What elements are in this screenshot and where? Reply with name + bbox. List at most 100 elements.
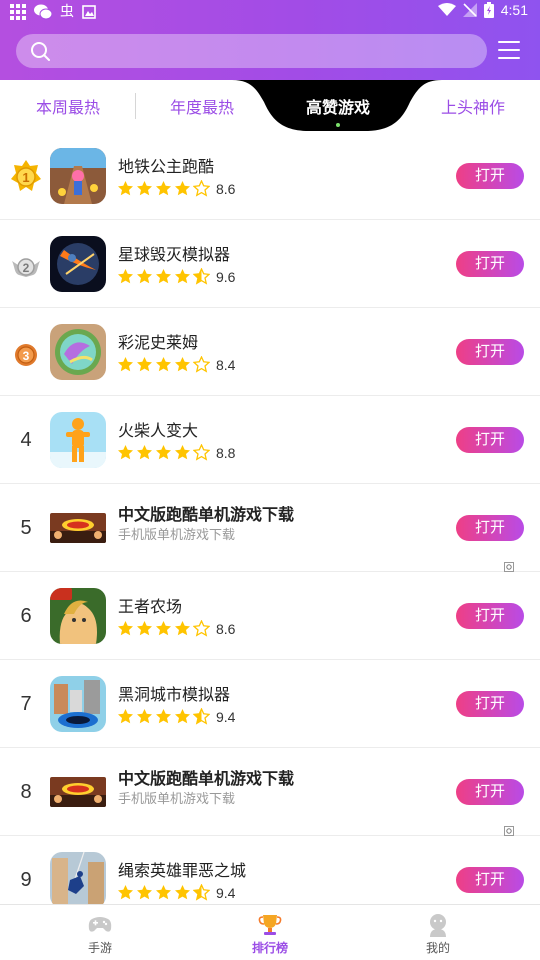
image-icon <box>82 5 96 19</box>
app-name: 地铁公主跑酷 <box>118 157 215 176</box>
search-icon[interactable] <box>30 41 50 61</box>
subway-runner-icon <box>50 148 106 204</box>
menu-icon[interactable] <box>498 41 520 61</box>
open-button[interactable]: 打开 <box>456 691 524 717</box>
list-item[interactable]: 1 地铁公主跑酷 8.6 打开 <box>0 132 540 220</box>
star-full-icon <box>175 621 190 636</box>
search-input[interactable] <box>60 38 470 64</box>
rank-number: 3 <box>23 349 30 363</box>
gamepad-icon <box>88 917 112 932</box>
list-item[interactable]: 4 火柴人变大 8.8 打开 <box>0 396 540 484</box>
list-item[interactable]: 9 绳索英雄罪恶之城 9.4 打开 <box>0 836 540 904</box>
app-name: 王者农场 <box>118 597 183 616</box>
tab-yearly-hot[interactable]: 年度最热 <box>170 94 234 118</box>
open-button[interactable]: 打开 <box>456 867 524 893</box>
app-name: 星球毁灭模拟器 <box>118 245 231 264</box>
star-full-icon <box>175 181 190 196</box>
star-full-icon <box>137 885 152 900</box>
app-name: 绳索英雄罪恶之城 <box>118 861 247 880</box>
ad-marker-icon[interactable] <box>504 562 514 572</box>
nav-mobile-games[interactable]: 手游 <box>55 905 145 960</box>
open-button[interactable]: 打开 <box>456 427 524 453</box>
star-half-icon <box>193 884 210 901</box>
slime-icon <box>50 324 106 380</box>
star-full-icon <box>175 885 190 900</box>
rank-number: 1 <box>22 170 29 185</box>
star-full-icon <box>156 181 171 196</box>
rank-number: 7 <box>20 693 32 715</box>
rank-badge-gold: 1 <box>10 159 42 193</box>
star-full-icon <box>156 357 171 372</box>
open-button[interactable]: 打开 <box>456 251 524 277</box>
rating-stars: 8.6 <box>117 620 235 637</box>
star-full-icon <box>137 621 152 636</box>
app-score: 9.4 <box>216 884 236 901</box>
ranking-tabs: 本周最热 年度最热 高赞游戏 上头神作 <box>0 80 540 132</box>
ranking-list: 1 地铁公主跑酷 8.6 打开 2 星球毁灭模拟器 9.6 打开 3 彩泥史莱姆… <box>0 132 540 904</box>
app-subtitle: 手机版单机游戏下载 <box>118 528 236 543</box>
rating-stars: 9.4 <box>117 884 235 901</box>
trophy-icon <box>258 915 282 935</box>
status-time: 4:51 <box>500 2 528 18</box>
nav-label: 手游 <box>87 941 112 955</box>
status-bar: 虫 4:51 <box>0 0 540 24</box>
rope-hero-icon <box>50 852 106 904</box>
star-full-icon <box>137 445 152 460</box>
ad-marker-icon[interactable] <box>504 826 514 836</box>
open-button[interactable]: 打开 <box>456 339 524 365</box>
open-button[interactable]: 打开 <box>456 603 524 629</box>
signal-icon <box>462 3 477 17</box>
star-full-icon <box>175 269 190 284</box>
star-full-icon <box>118 269 133 284</box>
tab-divider <box>135 93 136 119</box>
star-full-icon <box>118 709 133 724</box>
notification-icon: 虫 <box>60 4 74 20</box>
rank-number: 8 <box>20 781 32 803</box>
wifi-icon <box>437 3 456 16</box>
star-full-icon <box>156 885 171 900</box>
star-full-icon <box>175 445 190 460</box>
rating-stars: 8.4 <box>117 356 235 373</box>
app-score: 9.4 <box>216 708 236 725</box>
list-item-ad[interactable]: 8 中文版跑酷单机游戏下载 手机版单机游戏下载 打开 <box>0 748 540 836</box>
app-score: 8.6 <box>216 620 236 637</box>
active-tab-indicator <box>336 123 340 127</box>
open-button[interactable]: 打开 <box>456 163 524 189</box>
star-full-icon <box>137 357 152 372</box>
star-full-icon <box>118 621 133 636</box>
list-item[interactable]: 6 王者农场 8.6 打开 <box>0 572 540 660</box>
star-empty-icon <box>193 356 210 373</box>
list-item[interactable]: 2 星球毁灭模拟器 9.6 打开 <box>0 220 540 308</box>
nav-label: 我的 <box>425 941 450 955</box>
star-half-icon <box>193 268 210 285</box>
star-full-icon <box>156 269 171 284</box>
list-item[interactable]: 3 彩泥史莱姆 8.4 打开 <box>0 308 540 396</box>
blackhole-city-icon <box>50 676 106 732</box>
tab-addictive[interactable]: 上头神作 <box>441 94 505 118</box>
list-item[interactable]: 7 黑洞城市模拟器 9.4 打开 <box>0 660 540 748</box>
app-score: 8.4 <box>216 356 236 373</box>
star-full-icon <box>137 269 152 284</box>
stickman-icon <box>50 412 106 468</box>
bottom-navigation: 手游 排行榜 我的 <box>0 904 540 960</box>
runner-banner-icon <box>50 777 106 807</box>
king-farm-icon <box>50 588 106 644</box>
star-full-icon <box>137 181 152 196</box>
nav-leaderboard[interactable]: 排行榜 <box>225 905 315 960</box>
open-button[interactable]: 打开 <box>456 779 524 805</box>
app-score: 9.6 <box>216 268 236 285</box>
profile-icon <box>430 914 446 937</box>
nav-profile[interactable]: 我的 <box>393 905 483 960</box>
tab-top-rated[interactable]: 高赞游戏 <box>306 94 370 118</box>
list-item-ad[interactable]: 5 中文版跑酷单机游戏下载 手机版单机游戏下载 打开 <box>0 484 540 572</box>
tab-weekly-hot[interactable]: 本周最热 <box>36 94 100 118</box>
search-bar[interactable] <box>16 34 487 68</box>
star-empty-icon <box>193 180 210 197</box>
open-button[interactable]: 打开 <box>456 515 524 541</box>
star-full-icon <box>118 181 133 196</box>
app-name: 彩泥史莱姆 <box>118 333 199 352</box>
rank-badge-bronze: 3 <box>10 335 42 369</box>
star-full-icon <box>137 709 152 724</box>
rank-number: 5 <box>20 517 32 539</box>
rating-stars: 8.8 <box>117 444 235 461</box>
